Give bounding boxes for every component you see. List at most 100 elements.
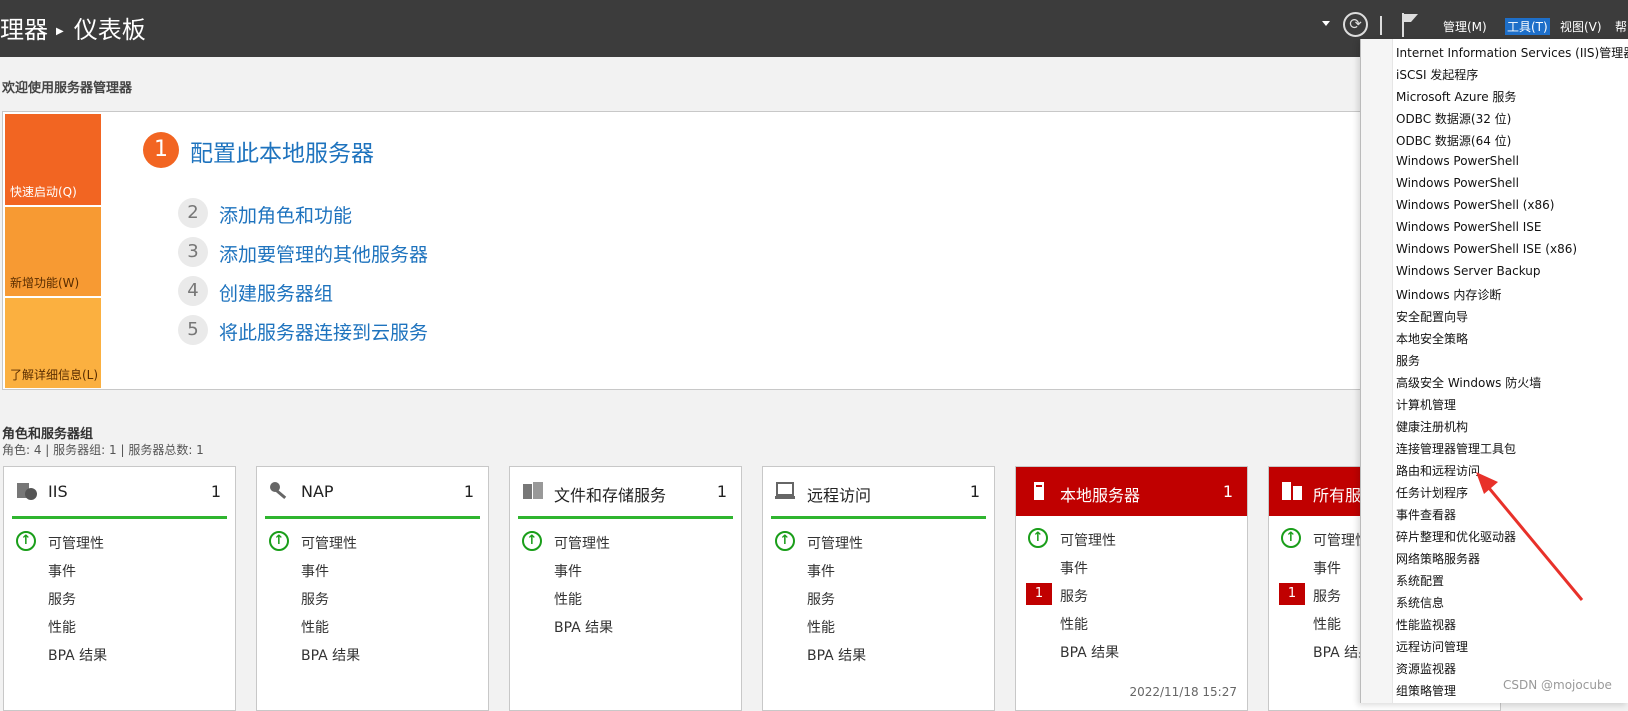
step-number: 3: [178, 237, 208, 267]
card-title: 本地服务器: [1060, 486, 1141, 505]
menu-gutter: [1361, 39, 1393, 703]
card-row[interactable]: 事件: [763, 555, 994, 583]
alert-count-badge: 1: [1026, 583, 1052, 605]
tile-quick-start[interactable]: 快速启动(Q): [5, 114, 101, 205]
card-header[interactable]: 远程访问 1: [763, 467, 994, 516]
card-row[interactable]: ↑ 可管理性: [1016, 524, 1247, 552]
ok-icon: ↑: [1281, 528, 1301, 548]
breadcrumb-separator-icon: ▶: [56, 26, 64, 37]
notifications-flag-icon[interactable]: [1400, 12, 1420, 38]
card-count: 1: [210, 482, 221, 501]
card-row[interactable]: ↑ 可管理性: [763, 527, 994, 555]
card-row[interactable]: BPA 结果: [257, 639, 488, 667]
welcome-heading: 欢迎使用服务器管理器: [2, 81, 133, 96]
menu-manage[interactable]: 管理(M): [1443, 18, 1487, 35]
menu-item-iis-manager[interactable]: Internet Information Services (IIS)管理器: [1396, 44, 1628, 61]
card-row[interactable]: 性能: [1016, 608, 1247, 636]
card-title: NAP: [301, 482, 334, 501]
menu-item-server-backup[interactable]: Windows Server Backup: [1396, 264, 1541, 278]
menu-item-powershell-ise[interactable]: Windows PowerShell ISE: [1396, 220, 1542, 234]
menu-item-cmak[interactable]: 连接管理器管理工具包: [1396, 440, 1516, 457]
step-create-group[interactable]: 创建服务器组: [219, 279, 333, 306]
alert-count-badge: 1: [1279, 583, 1305, 605]
watermark: CSDN @mojocube: [1503, 678, 1612, 692]
menu-item-azure[interactable]: Microsoft Azure 服务: [1396, 88, 1516, 105]
menu-item-iscsi[interactable]: iSCSI 发起程序: [1396, 66, 1478, 83]
card-header[interactable]: IIS 1: [4, 467, 235, 516]
menu-item-task-scheduler[interactable]: 任务计划程序: [1396, 484, 1468, 501]
menu-item-system-info[interactable]: 系统信息: [1396, 594, 1444, 611]
menu-item-routing-remote-access[interactable]: 路由和远程访问: [1396, 462, 1480, 479]
ok-icon: ↑: [775, 531, 795, 551]
menu-item-resource-monitor[interactable]: 资源监视器: [1396, 660, 1456, 677]
card-count: 1: [716, 482, 727, 501]
menu-view[interactable]: 视图(V): [1560, 18, 1602, 35]
row-label: BPA 结果: [807, 648, 867, 664]
menu-item-system-config[interactable]: 系统配置: [1396, 572, 1444, 589]
menu-item-security-wizard[interactable]: 安全配置向导: [1396, 308, 1468, 325]
menu-help[interactable]: 帮: [1615, 18, 1627, 35]
breadcrumb-root[interactable]: 理器: [0, 16, 48, 44]
card-row[interactable]: 1 服务: [1016, 580, 1247, 608]
card-row[interactable]: 性能: [4, 611, 235, 639]
card-row[interactable]: BPA 结果: [763, 639, 994, 667]
menu-tools[interactable]: 工具(T): [1505, 18, 1550, 35]
row-label: 事件: [301, 564, 329, 580]
menu-item-nps[interactable]: 网络策略服务器: [1396, 550, 1480, 567]
row-label: 事件: [48, 564, 76, 580]
menu-item-services[interactable]: 服务: [1396, 352, 1420, 369]
history-dropdown-icon[interactable]: [1322, 21, 1330, 26]
card-row[interactable]: 性能: [763, 611, 994, 639]
menu-item-memory-diagnostic[interactable]: Windows 内存诊断: [1396, 286, 1501, 303]
card-row[interactable]: 事件: [510, 555, 741, 583]
menu-item-perf-monitor[interactable]: 性能监视器: [1396, 616, 1456, 633]
menu-item-powershell-x86[interactable]: Windows PowerShell (x86): [1396, 198, 1554, 212]
card-row[interactable]: BPA 结果: [510, 611, 741, 639]
roles-summary: 角色: 4 | 服务器组: 1 | 服务器总数: 1: [2, 443, 204, 457]
row-label: 性能: [48, 620, 76, 636]
tile-whats-new[interactable]: 新增功能(W): [5, 207, 101, 296]
card-row[interactable]: BPA 结果: [4, 639, 235, 667]
card-row[interactable]: ↑ 可管理性: [4, 527, 235, 555]
status-bar: [771, 516, 986, 519]
card-row[interactable]: 服务: [4, 583, 235, 611]
menu-item-odbc32[interactable]: ODBC 数据源(32 位): [1396, 110, 1511, 127]
annotation-arrow-icon: [1476, 472, 1584, 601]
menu-item-health-registration[interactable]: 健康注册机构: [1396, 418, 1468, 435]
status-bar: [12, 516, 227, 519]
menu-item-computer-management[interactable]: 计算机管理: [1396, 396, 1456, 413]
menu-item-local-security-policy[interactable]: 本地安全策略: [1396, 330, 1468, 347]
menu-item-group-policy[interactable]: 组策略管理: [1396, 682, 1456, 699]
step-connect-cloud[interactable]: 将此服务器连接到云服务: [219, 318, 428, 345]
menu-item-powershell-ise-x86[interactable]: Windows PowerShell ISE (x86): [1396, 242, 1577, 256]
menu-item-odbc64[interactable]: ODBC 数据源(64 位): [1396, 132, 1511, 149]
card-row[interactable]: 服务: [763, 583, 994, 611]
card-row[interactable]: 事件: [4, 555, 235, 583]
role-card-local-server: 本地服务器 1 ↑ 可管理性 事件 1 服务 性能 BPA 结果 2022/11/1…: [1015, 466, 1248, 711]
card-header[interactable]: 本地服务器 1: [1016, 467, 1247, 516]
card-row[interactable]: 性能: [257, 611, 488, 639]
card-row[interactable]: 事件: [1016, 552, 1247, 580]
menu-item-remote-access-mgmt[interactable]: 远程访问管理: [1396, 638, 1468, 655]
card-header[interactable]: 文件和存储服务 1: [510, 467, 741, 516]
refresh-icon[interactable]: ⟳: [1343, 12, 1368, 37]
card-row[interactable]: BPA 结果: [1016, 636, 1247, 664]
step-add-roles[interactable]: 添加角色和功能: [219, 201, 352, 228]
card-row[interactable]: ↑ 可管理性: [510, 527, 741, 555]
card-row[interactable]: 性能: [510, 583, 741, 611]
menu-item-powershell-2[interactable]: Windows PowerShell: [1396, 176, 1519, 190]
card-header[interactable]: NAP 1: [257, 467, 488, 516]
step-add-servers[interactable]: 添加要管理的其他服务器: [219, 240, 428, 267]
tile-learn-more[interactable]: 了解详细信息(L): [5, 298, 101, 388]
tile-label: 了解详细信息(L): [10, 368, 99, 382]
row-label: 事件: [1313, 561, 1341, 577]
card-row[interactable]: 服务: [257, 583, 488, 611]
card-count: 1: [969, 482, 980, 501]
menu-item-event-viewer[interactable]: 事件查看器: [1396, 506, 1456, 523]
card-count: 1: [463, 482, 474, 501]
menu-item-firewall[interactable]: 高级安全 Windows 防火墙: [1396, 374, 1541, 391]
menu-item-powershell[interactable]: Windows PowerShell: [1396, 154, 1519, 168]
card-row[interactable]: 事件: [257, 555, 488, 583]
step-configure-local-server[interactable]: 配置此本地服务器: [190, 134, 374, 168]
card-row[interactable]: ↑ 可管理性: [257, 527, 488, 555]
